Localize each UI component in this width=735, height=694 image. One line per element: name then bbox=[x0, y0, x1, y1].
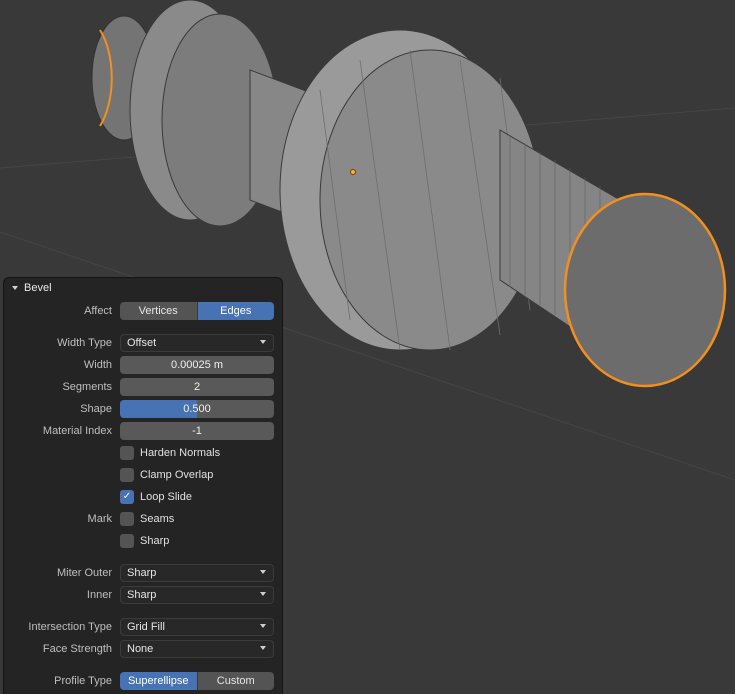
chevron-down-icon bbox=[10, 283, 20, 293]
width-slider[interactable]: 0.00025 m bbox=[120, 356, 274, 374]
mark-sharp-checkbox[interactable]: Sharp bbox=[120, 532, 169, 550]
segments-slider[interactable]: 2 bbox=[120, 378, 274, 396]
label-width-type: Width Type bbox=[12, 337, 120, 349]
label-miter-inner: Inner bbox=[12, 589, 120, 601]
affect-vertices[interactable]: Vertices bbox=[120, 302, 198, 320]
profile-custom[interactable]: Custom bbox=[198, 672, 275, 690]
panel-title: Bevel bbox=[24, 282, 52, 294]
label-mark: Mark bbox=[12, 513, 120, 525]
label-affect: Affect bbox=[12, 305, 120, 317]
chevron-down-icon bbox=[259, 337, 267, 349]
label-material-index: Material Index bbox=[12, 425, 120, 437]
chevron-down-icon bbox=[259, 643, 267, 655]
checkbox-icon bbox=[120, 446, 134, 460]
pivot-point bbox=[350, 169, 356, 175]
label-miter-outer: Miter Outer bbox=[12, 567, 120, 579]
clamp-overlap-checkbox[interactable]: Clamp Overlap bbox=[120, 466, 213, 484]
label-segments: Segments bbox=[12, 381, 120, 393]
operator-panel-bevel: Bevel Affect Vertices Edges Width Type O… bbox=[4, 278, 282, 694]
width-type-value: Offset bbox=[127, 337, 156, 349]
mark-seams-checkbox[interactable]: Seams bbox=[120, 510, 174, 528]
label-face-strength: Face Strength bbox=[12, 643, 120, 655]
affect-edges[interactable]: Edges bbox=[198, 302, 275, 320]
chevron-down-icon bbox=[259, 589, 267, 601]
face-strength-dropdown[interactable]: None bbox=[120, 640, 274, 658]
shape-slider[interactable]: 0.500 bbox=[120, 400, 274, 418]
checkbox-icon bbox=[120, 490, 134, 504]
miter-outer-dropdown[interactable]: Sharp bbox=[120, 564, 274, 582]
panel-header[interactable]: Bevel bbox=[4, 278, 282, 300]
width-type-dropdown[interactable]: Offset bbox=[120, 334, 274, 352]
intersection-type-dropdown[interactable]: Grid Fill bbox=[120, 618, 274, 636]
profile-superellipse[interactable]: Superellipse bbox=[120, 672, 198, 690]
label-width: Width bbox=[12, 359, 120, 371]
miter-inner-dropdown[interactable]: Sharp bbox=[120, 586, 274, 604]
label-intersection-type: Intersection Type bbox=[12, 621, 120, 633]
label-shape: Shape bbox=[12, 403, 120, 415]
chevron-down-icon bbox=[259, 567, 267, 579]
label-profile-type: Profile Type bbox=[12, 675, 120, 687]
material-index-slider[interactable]: -1 bbox=[120, 422, 274, 440]
checkbox-icon bbox=[120, 468, 134, 482]
affect-enum[interactable]: Vertices Edges bbox=[120, 302, 274, 320]
profile-type-enum[interactable]: Superellipse Custom bbox=[120, 672, 274, 690]
loop-slide-checkbox[interactable]: Loop Slide bbox=[120, 488, 192, 506]
checkbox-icon bbox=[120, 534, 134, 548]
harden-normals-checkbox[interactable]: Harden Normals bbox=[120, 444, 220, 462]
chevron-down-icon bbox=[259, 621, 267, 633]
checkbox-icon bbox=[120, 512, 134, 526]
